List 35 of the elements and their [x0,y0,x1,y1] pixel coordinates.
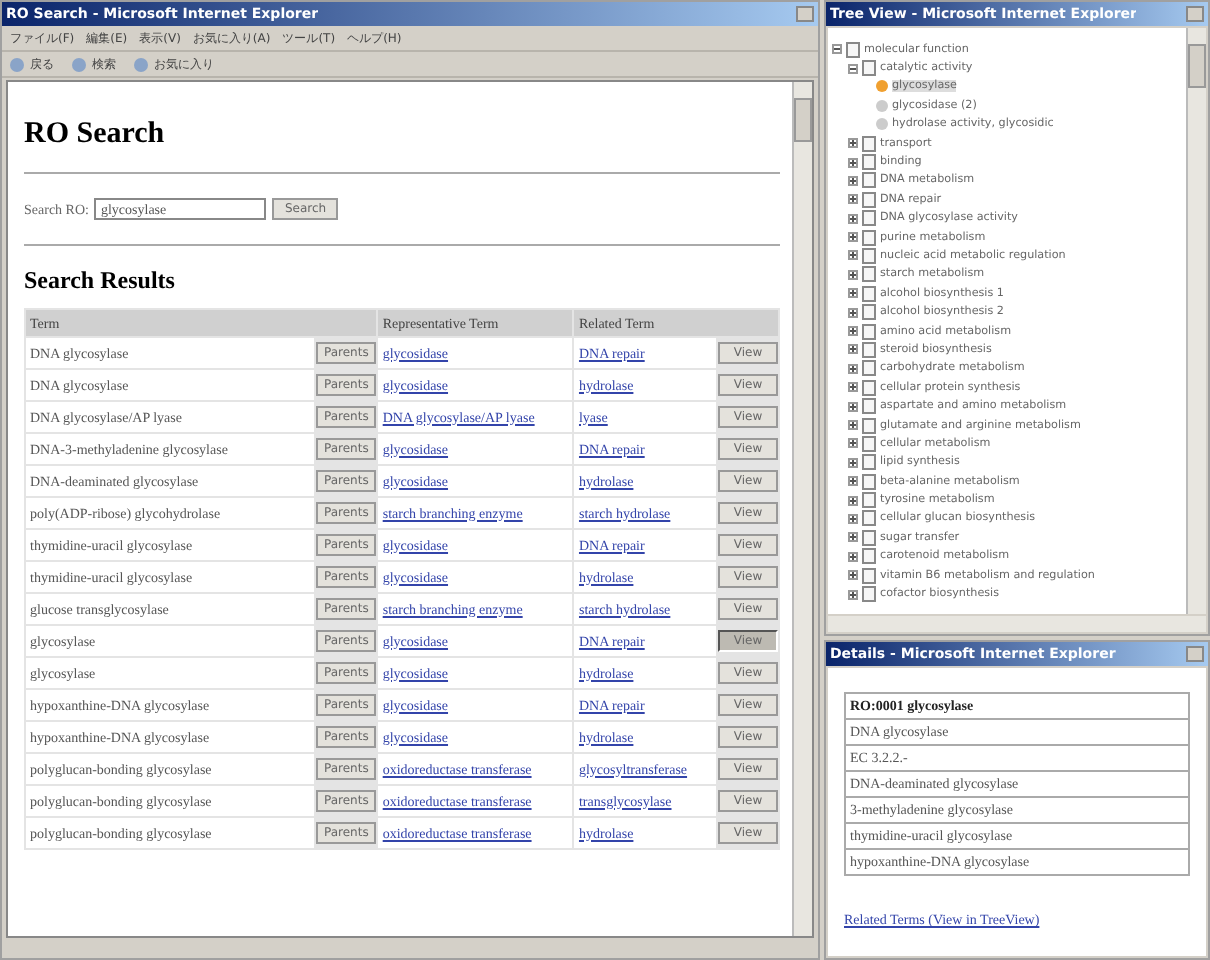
expand-icon[interactable] [848,250,858,261]
node-icon [876,80,888,93]
expand-icon[interactable] [848,457,858,468]
expand-icon[interactable] [848,382,858,393]
expand-icon[interactable] [848,213,858,224]
expand-icon[interactable] [848,401,858,412]
expand-icon[interactable] [848,326,858,337]
expand-icon[interactable] [848,476,858,487]
expand-icon[interactable] [848,363,858,374]
expand-icon[interactable] [848,570,858,581]
expand-icon[interactable] [848,269,858,280]
expand-icon[interactable] [848,589,858,600]
scrollbar[interactable] [1186,28,1206,614]
expand-icon[interactable] [848,232,858,243]
node-icon [876,118,888,131]
expand-icon[interactable] [848,438,858,449]
expand-icon[interactable] [848,495,858,506]
expand-icon[interactable] [848,513,858,524]
collapse-icon[interactable] [848,63,858,74]
expand-icon[interactable] [848,532,858,543]
expand-icon[interactable] [848,307,858,318]
expand-icon[interactable] [848,138,858,149]
expand-icon[interactable] [848,551,858,562]
expand-icon[interactable] [848,420,858,430]
scrollbar[interactable] [792,82,812,936]
collapse-icon[interactable] [832,44,842,55]
expand-icon[interactable] [848,157,858,168]
expand-icon[interactable] [848,288,858,299]
expand-icon[interactable] [848,175,858,186]
scrollbar[interactable] [828,616,1206,632]
expand-icon[interactable] [848,194,858,205]
section-heading: Search Results [24,266,177,296]
node-icon [876,99,888,112]
expand-icon[interactable] [848,344,858,355]
page-heading: RO Search [24,118,167,152]
